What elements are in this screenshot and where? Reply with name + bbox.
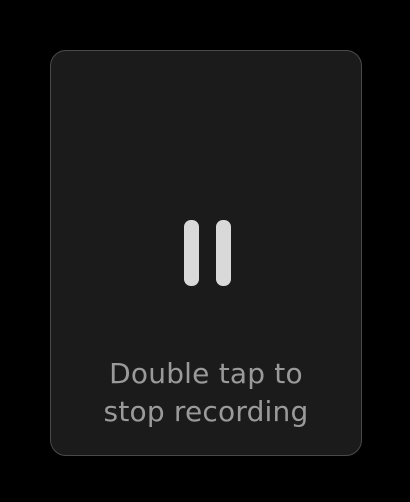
- pause-icon[interactable]: [184, 220, 232, 286]
- stop-recording-hint: Double tap to stop recording: [51, 355, 361, 431]
- hint-line-1: Double tap to: [109, 357, 303, 390]
- pause-bar-left: [184, 220, 199, 286]
- pause-bar-right: [216, 220, 231, 286]
- screen: Double tap to stop recording: [0, 0, 410, 502]
- hint-line-2: stop recording: [103, 395, 309, 428]
- recording-card[interactable]: Double tap to stop recording: [50, 50, 362, 456]
